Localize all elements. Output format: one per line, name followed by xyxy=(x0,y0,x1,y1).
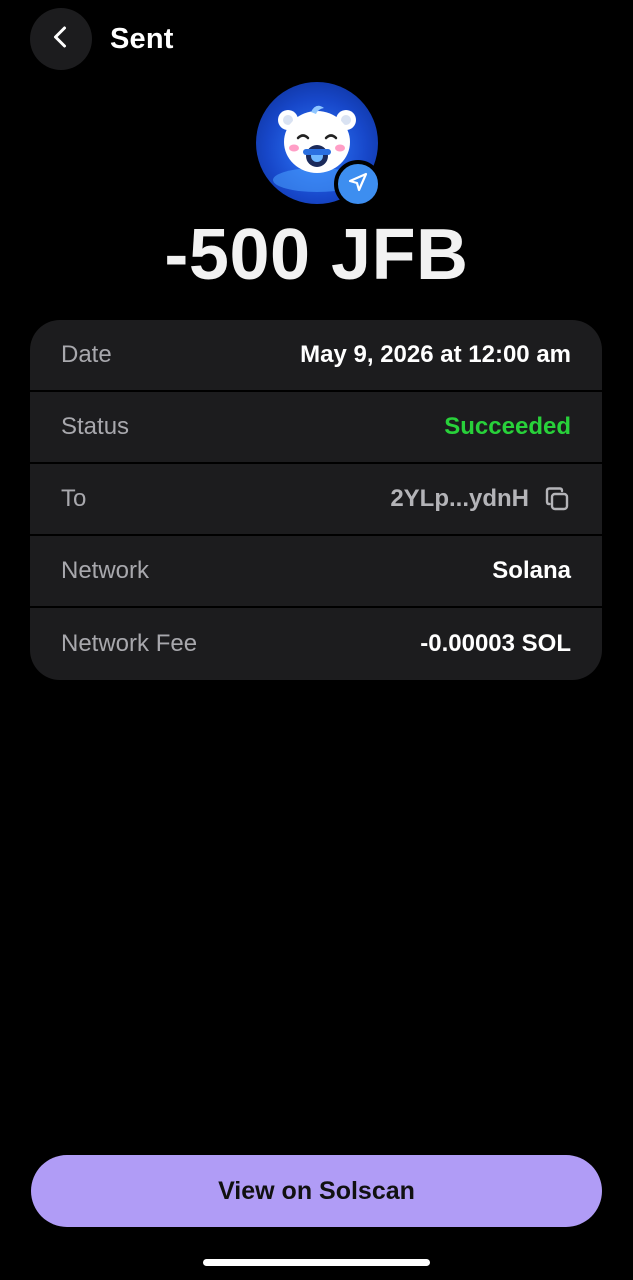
to-address: 2YLp...ydnH xyxy=(390,485,571,513)
transaction-detail-screen: Sent -500 JFB Date May 9, 2026 at 12:00 … xyxy=(0,0,633,1280)
status-value: Succeeded xyxy=(444,413,571,440)
date-value: May 9, 2026 at 12:00 am xyxy=(300,341,571,368)
send-arrow-icon xyxy=(347,171,369,198)
back-button[interactable] xyxy=(30,8,92,70)
detail-row-network: Network Solana xyxy=(30,536,602,608)
status-label: Status xyxy=(61,413,130,440)
view-on-solscan-button[interactable]: View on Solscan xyxy=(31,1155,602,1227)
home-indicator xyxy=(203,1259,430,1266)
network-value: Solana xyxy=(492,557,571,584)
copy-icon[interactable] xyxy=(543,485,571,513)
transaction-amount: -500 JFB xyxy=(164,215,469,295)
detail-row-date: Date May 9, 2026 at 12:00 am xyxy=(30,320,602,392)
date-label: Date xyxy=(61,341,112,368)
detail-row-to: To 2YLp...ydnH xyxy=(30,464,602,536)
sent-badge xyxy=(334,160,382,208)
network-label: Network xyxy=(61,557,150,584)
detail-row-status: Status Succeeded xyxy=(30,392,602,464)
page-title: Sent xyxy=(110,22,174,55)
network-fee-label: Network Fee xyxy=(61,630,198,657)
to-address-text: 2YLp...ydnH xyxy=(390,485,529,512)
transaction-details-card: Date May 9, 2026 at 12:00 am Status Succ… xyxy=(30,320,602,680)
token-logo xyxy=(256,82,382,208)
network-fee-value: -0.00003 SOL xyxy=(420,630,571,657)
header: Sent xyxy=(30,8,174,70)
to-label: To xyxy=(61,485,87,512)
chevron-left-icon xyxy=(48,24,74,55)
detail-row-network-fee: Network Fee -0.00003 SOL xyxy=(30,608,602,680)
